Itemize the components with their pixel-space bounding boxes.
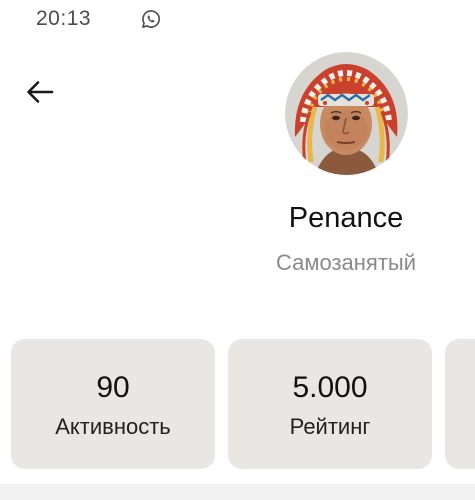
stat-value: 5.000 <box>292 371 368 404</box>
status-bar: 20:13 <box>0 0 475 40</box>
arrow-left-icon <box>25 79 55 110</box>
status-time: 20:13 <box>36 7 92 30</box>
stat-card-rating[interactable]: 5.000 Рейтинг <box>228 339 432 469</box>
back-button[interactable] <box>20 76 60 112</box>
avatar[interactable] <box>285 52 408 175</box>
profile-status: Самозанятый <box>275 250 417 275</box>
whatsapp-icon <box>140 8 162 30</box>
stat-label: Активность <box>55 414 171 439</box>
stat-label: Рейтинг <box>289 414 371 439</box>
stat-card-activity[interactable]: 90 Активность <box>11 339 215 469</box>
stat-value: 90 <box>96 371 130 404</box>
profile-name: Penance <box>288 202 404 234</box>
stat-card-partial[interactable] <box>445 339 475 469</box>
bottom-section-edge <box>0 484 475 500</box>
